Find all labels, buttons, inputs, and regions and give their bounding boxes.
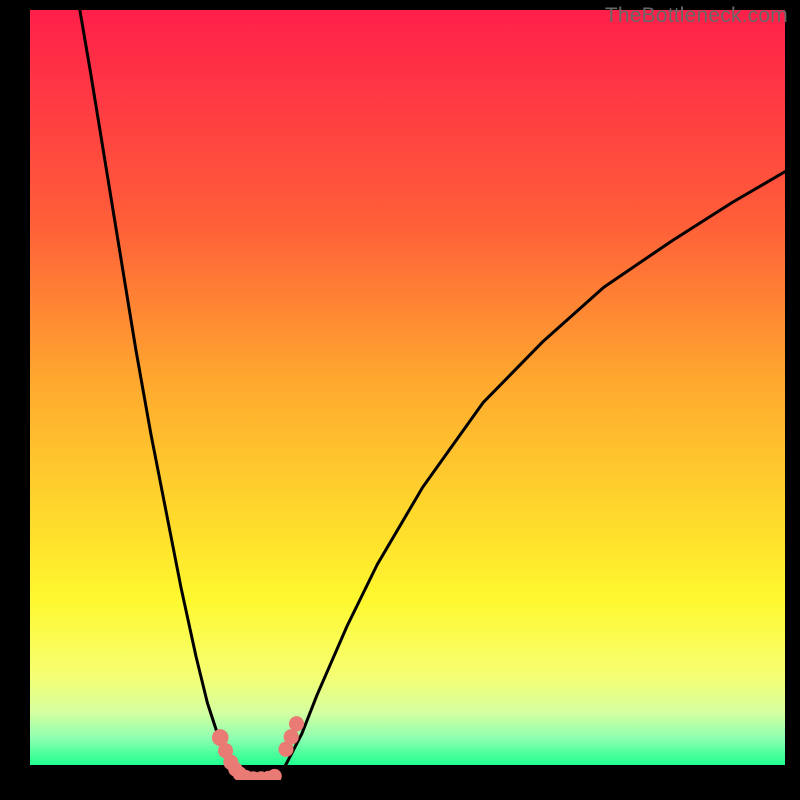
chart-stage: TheBottleneck.com (0, 0, 800, 800)
plot-area (30, 10, 785, 780)
curve-layer (30, 10, 785, 780)
watermark-text: TheBottleneck.com (605, 4, 788, 28)
data-marker (267, 769, 281, 780)
bottleneck-curve (80, 10, 785, 779)
data-marker (289, 716, 304, 731)
